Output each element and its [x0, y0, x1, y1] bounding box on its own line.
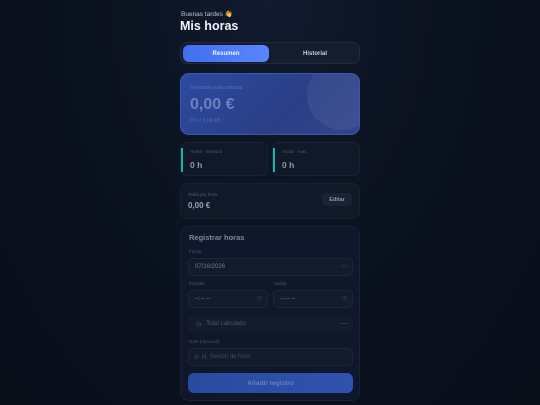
- end-time-input[interactable]: --:-- -- ◷: [273, 290, 353, 308]
- start-label: Entrada: [189, 281, 205, 286]
- tab-resumen[interactable]: Resumen: [183, 45, 269, 62]
- note-label: Nota (opcional): [189, 339, 220, 344]
- rate-value: 0,00 €: [188, 201, 211, 210]
- rate-label: Tarifa por hora: [188, 192, 218, 197]
- calendar-icon[interactable]: ▭: [341, 263, 347, 270]
- edit-rate-button[interactable]: Editar: [322, 193, 352, 206]
- date-value: 07/16/2026: [195, 264, 226, 270]
- register-hours-form: Registrar horas Fecha 07/16/2026 ▭ Entra…: [180, 226, 360, 401]
- date-input[interactable]: 07/16/2026 ▭: [188, 258, 353, 276]
- date-label: Fecha: [189, 249, 202, 254]
- earnings-detail: 0 h × 0,00 €/h: [190, 118, 221, 124]
- stat-week-hours: Horas · semana 0 h: [180, 142, 268, 176]
- earnings-amount: 0,00 €: [190, 96, 235, 113]
- hourly-rate-card: Tarifa por hora 0,00 € Editar: [180, 183, 360, 219]
- stat-label: Horas · semana: [190, 149, 223, 154]
- card-decoration: [307, 74, 359, 130]
- total-value: —: [341, 321, 347, 327]
- stat-month-hours: Horas · mes 0 h: [272, 142, 360, 176]
- add-entry-button[interactable]: Añadir registro: [188, 373, 353, 393]
- end-label: Salida: [274, 281, 287, 286]
- app-container: Buenas tardes 👋 Mis horas Resumen Histor…: [180, 0, 360, 405]
- clock-icon[interactable]: ◷: [342, 295, 347, 302]
- clock-icon: ◷: [196, 321, 202, 328]
- stat-value: 0 h: [282, 160, 295, 170]
- stat-value: 0 h: [190, 160, 203, 170]
- stat-accent-bar: [181, 148, 183, 172]
- stat-accent-bar: [273, 148, 275, 172]
- form-title: Registrar horas: [189, 233, 245, 242]
- calculated-total: ◷ Total calculado —: [188, 315, 353, 333]
- earnings-label: Generado esta semana: [190, 85, 243, 91]
- note-placeholder: p. ej. Sesión de fotos: [195, 354, 252, 360]
- tab-historial[interactable]: Historial: [272, 45, 358, 62]
- weekly-earnings-card: Generado esta semana 0,00 € 0 h × 0,00 €…: [180, 73, 360, 135]
- page-title: Mis horas: [180, 19, 239, 33]
- note-input[interactable]: p. ej. Sesión de fotos: [188, 348, 353, 366]
- greeting-text: Buenas tardes 👋: [181, 11, 233, 18]
- stat-label: Horas · mes: [282, 149, 307, 154]
- end-time-value: --:-- --: [280, 296, 296, 302]
- tab-bar: Resumen Historial: [180, 42, 360, 64]
- start-time-value: --:-- --: [195, 296, 211, 302]
- total-text: Total calculado: [206, 321, 246, 327]
- start-time-input[interactable]: --:-- -- ◷: [188, 290, 268, 308]
- clock-icon[interactable]: ◷: [257, 295, 262, 302]
